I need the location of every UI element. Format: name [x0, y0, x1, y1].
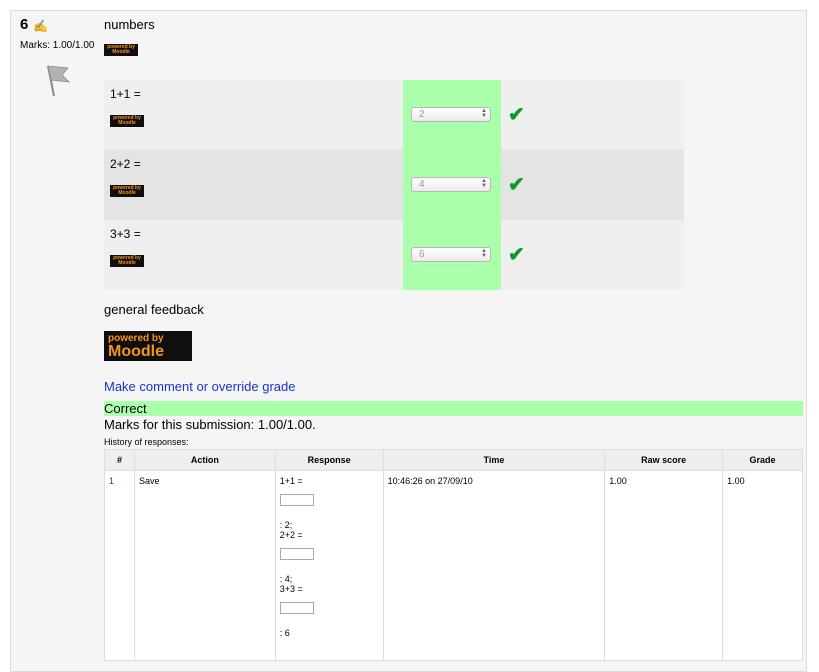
match-row: 3+3 = powered by Moodle 6 ▲ ▼ ✔ [104, 220, 684, 290]
match-stem: 2+2 = [110, 157, 141, 171]
moodle-logo: powered by Moodle [110, 255, 144, 267]
match-table: 1+1 = powered by Moodle 2 ▲ ▼ ✔ 2+2 = pow… [104, 80, 684, 290]
col-header-action: Action [133, 449, 276, 471]
answer-select[interactable]: 6 ▲ ▼ [411, 247, 491, 262]
col-header-num: # [104, 449, 135, 471]
response-line: 2+2 = [279, 530, 303, 540]
history-table: # Action Response Time Raw score Grade 1… [104, 449, 803, 661]
history-num-link[interactable]: 1 [109, 476, 114, 486]
response-line: 1+1 = [279, 476, 303, 486]
answer-select[interactable]: 4 ▲ ▼ [411, 177, 491, 192]
match-row: 2+2 = powered by Moodle 4 ▲ ▼ ✔ [104, 150, 684, 220]
response-box [279, 548, 314, 560]
history-response-cell: 1+1 = : 2; 2+2 = : 4; 3+3 = : 6 [274, 470, 384, 661]
chevron-updown-icon: ▲ ▼ [481, 108, 487, 119]
answer-cell: 4 ▲ ▼ [403, 150, 501, 220]
col-header-time: Time [382, 449, 606, 471]
chevron-updown-icon: ▲ ▼ [481, 248, 487, 259]
comment-override-link[interactable]: Make comment or override grade [104, 379, 295, 394]
response-box [279, 494, 314, 506]
flag-icon[interactable] [42, 62, 72, 103]
response-line: : 4; [279, 574, 293, 584]
submission-marks: Marks for this submission: 1.00/1.00. [104, 417, 316, 432]
table-row: 1 Save 1+1 = : 2; 2+2 = : 4; 3+3 = : 6 1… [104, 470, 803, 661]
history-header-row: # Action Response Time Raw score Grade [104, 449, 803, 471]
response-line: 3+3 = [279, 584, 303, 594]
chevron-updown-icon: ▲ ▼ [481, 178, 487, 189]
answer-select[interactable]: 2 ▲ ▼ [411, 107, 491, 122]
logo-line2: Moodle [112, 49, 130, 55]
logo-line2: Moodle [118, 260, 136, 266]
result-banner: Correct [104, 401, 803, 416]
tick-icon: ✔ [508, 104, 525, 126]
match-row: 1+1 = powered by Moodle 2 ▲ ▼ ✔ [104, 80, 684, 150]
moodle-logo: powered by Moodle [110, 185, 144, 197]
history-action: Save [133, 470, 276, 661]
question-number: 6 [20, 16, 29, 33]
history-label: History of responses: [104, 437, 189, 447]
moodle-logo: powered by Moodle [104, 44, 138, 56]
history-time: 10:46:26 on 27/09/10 [382, 470, 606, 661]
moodle-logo: powered by Moodle [110, 115, 144, 127]
tick-icon: ✔ [508, 244, 525, 266]
col-header-response: Response [274, 449, 384, 471]
history-raw-score: 1.00 [604, 470, 724, 661]
answer-value: 4 [419, 179, 425, 190]
logo-line2: Moodle [108, 343, 164, 360]
answer-cell: 6 ▲ ▼ [403, 220, 501, 290]
answer-value: 2 [419, 109, 425, 120]
question-text: numbers [104, 17, 155, 32]
match-stem: 1+1 = [110, 87, 141, 101]
question-marks: Marks: 1.00/1.00 [20, 40, 95, 51]
history-num-cell: 1 [104, 470, 135, 661]
general-feedback: general feedback [104, 302, 204, 317]
response-box [279, 602, 314, 614]
moodle-logo: powered by Moodle [104, 331, 192, 361]
answer-value: 6 [419, 249, 425, 260]
col-header-raw-score: Raw score [604, 449, 724, 471]
match-stem: 3+3 = [110, 227, 141, 241]
response-line: : 2; [279, 520, 293, 530]
logo-line2: Moodle [118, 120, 136, 126]
answer-cell: 2 ▲ ▼ [403, 80, 501, 150]
col-header-grade: Grade [722, 449, 803, 471]
history-grade: 1.00 [722, 470, 803, 661]
tick-icon: ✔ [508, 174, 525, 196]
logo-line2: Moodle [118, 190, 136, 196]
edit-icon[interactable]: ✍ [33, 19, 48, 33]
response-line: : 6 [279, 628, 290, 638]
